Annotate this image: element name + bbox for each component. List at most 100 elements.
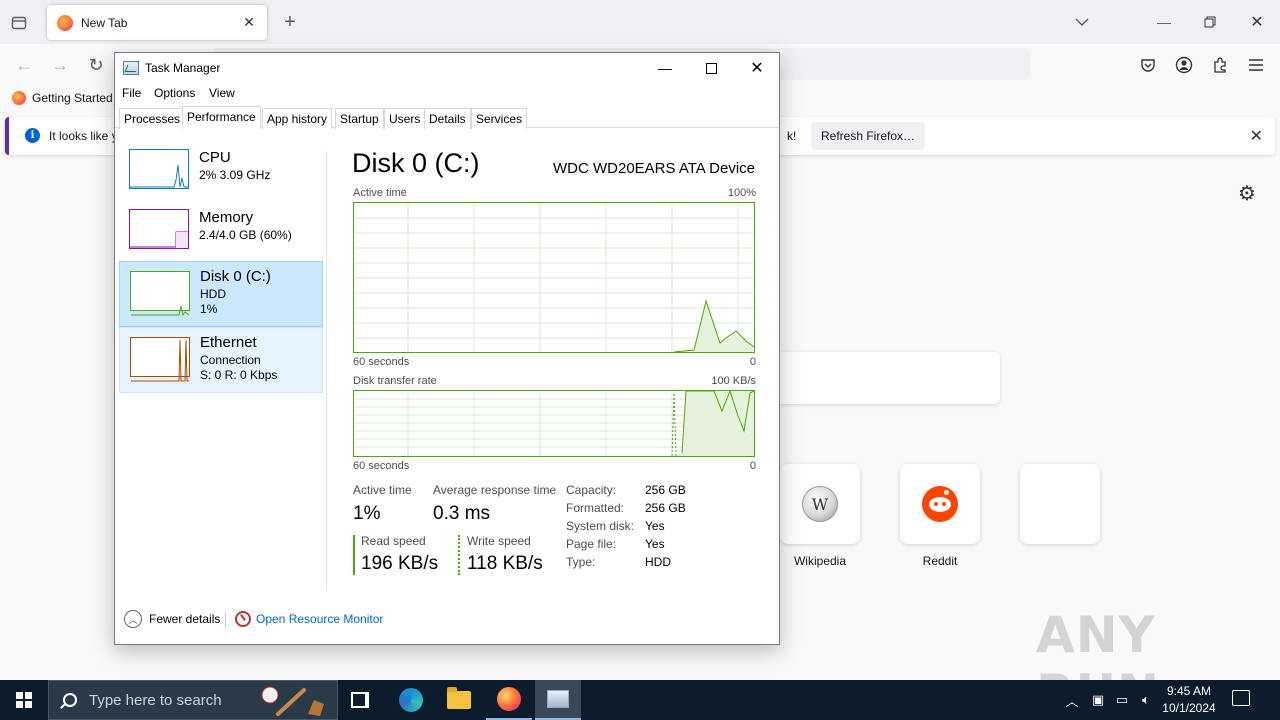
- firefox-favicon-icon: [57, 14, 73, 31]
- menu-bar: File Options View: [115, 83, 779, 105]
- folder-icon: [447, 687, 471, 709]
- tile-wikipedia[interactable]: W: [780, 464, 860, 544]
- menu-options[interactable]: Options: [154, 86, 195, 100]
- windows-logo-icon: [16, 692, 32, 708]
- task-view-icon: [351, 692, 369, 708]
- tab-users[interactable]: Users: [384, 108, 426, 129]
- sidebar-ethernet-speed: S: 0 R: 0 Kbps: [200, 368, 278, 382]
- taskbar-clock[interactable]: 9:45 AM 10/1/2024: [1150, 683, 1228, 717]
- transfer-rate-graph-xlabel: 60 seconds: [353, 460, 410, 472]
- newtab-search-card[interactable]: [760, 352, 1000, 404]
- notification-icon[interactable]: [1232, 690, 1250, 706]
- search-icon: [63, 693, 77, 707]
- start-button[interactable]: [0, 680, 48, 720]
- tm-maximize-icon[interactable]: [688, 53, 734, 83]
- reload-icon[interactable]: ↻: [86, 55, 106, 75]
- pocket-icon[interactable]: [1138, 55, 1158, 75]
- taskbar-edge[interactable]: [388, 680, 434, 720]
- menu-hamburger-icon[interactable]: [1246, 55, 1266, 75]
- minimize-icon[interactable]: —: [1150, 12, 1178, 32]
- tile-reddit[interactable]: [900, 464, 980, 544]
- task-manager-app-icon: [123, 61, 139, 75]
- chevron-up-icon[interactable]: ︿: [124, 610, 142, 628]
- new-tab-icon[interactable]: +: [280, 11, 300, 33]
- bookmark-getting-started[interactable]: Getting Started: [12, 91, 113, 105]
- account-icon[interactable]: [1174, 55, 1194, 75]
- sidebar-cpu-detail: 2% 3.09 GHz: [199, 168, 271, 182]
- sidebar-divider: [326, 151, 327, 591]
- firefox-favicon-icon: [12, 91, 26, 105]
- avg-response-label: Average response time: [433, 483, 557, 497]
- prop-system-disk-label: System disk:: [566, 519, 635, 533]
- disk-thumbnail-graph: [130, 271, 190, 317]
- tab-startup[interactable]: Startup: [335, 108, 384, 129]
- task-manager-icon: [547, 690, 569, 708]
- forward-arrow-icon[interactable]: →: [50, 55, 70, 75]
- tab-title: New Tab: [81, 15, 128, 30]
- device-name: WDC WD20EARS ATA Device: [553, 160, 755, 177]
- active-time-graph: [353, 202, 755, 353]
- tab-processes[interactable]: Processes: [119, 108, 186, 129]
- sidebar-item-disk[interactable]: Disk 0 (C:) HDD 1%: [119, 261, 323, 327]
- transfer-rate-graph-max: 100 KB/s: [711, 375, 756, 387]
- firefox-view-icon[interactable]: [8, 12, 30, 34]
- taskbar-file-explorer[interactable]: [436, 680, 482, 720]
- bookmark-label: Getting Started: [32, 91, 113, 105]
- extensions-icon[interactable]: [1210, 55, 1230, 75]
- sidebar-cpu-name: CPU: [199, 149, 231, 166]
- page-title: Disk 0 (C:): [352, 148, 480, 178]
- tm-minimize-icon[interactable]: —: [642, 53, 688, 83]
- show-hidden-icons-chevron-icon[interactable]: ︿: [1062, 680, 1082, 720]
- tile-empty[interactable]: [1020, 464, 1100, 544]
- write-speed-bar: [458, 535, 460, 575]
- cpu-thumbnail-graph: [129, 149, 189, 189]
- prop-capacity-value: 256 GB: [645, 483, 686, 497]
- tab-app-history[interactable]: App history: [262, 108, 333, 129]
- memory-thumbnail-graph: [129, 209, 189, 249]
- refresh-firefox-button[interactable]: Refresh Firefox…: [811, 122, 925, 150]
- tab-details[interactable]: Details: [424, 108, 471, 129]
- prop-formatted-label: Formatted:: [566, 501, 625, 515]
- list-tabs-chevron-icon[interactable]: [1072, 12, 1092, 32]
- tm-close-icon[interactable]: ✕: [734, 53, 780, 83]
- network-icon[interactable]: ▭: [1112, 680, 1132, 720]
- fewer-details-button[interactable]: Fewer details: [149, 612, 220, 626]
- close-tab-icon[interactable]: ✕: [241, 14, 257, 31]
- taskbar-firefox[interactable]: [486, 680, 532, 720]
- sidebar-ethernet-status: Connection: [200, 353, 261, 367]
- tab-performance[interactable]: Performance: [182, 106, 261, 129]
- sidebar-item-cpu[interactable]: CPU 2% 3.09 GHz: [119, 141, 323, 207]
- prop-system-disk-value: Yes: [645, 519, 665, 533]
- sidebar-disk-name: Disk 0 (C:): [200, 268, 271, 285]
- sidebar-item-memory[interactable]: Memory 2.4/4.0 GB (60%): [119, 201, 323, 267]
- sidebar-ethernet-name: Ethernet: [200, 334, 257, 351]
- settings-gear-icon[interactable]: ⚙: [1238, 181, 1256, 206]
- prop-type-label: Type:: [566, 555, 596, 569]
- browser-tab[interactable]: New Tab ✕: [47, 5, 267, 40]
- menu-file[interactable]: File: [122, 86, 141, 100]
- close-window-icon[interactable]: ✕: [1246, 12, 1268, 32]
- taskbar-task-manager[interactable]: [535, 680, 581, 720]
- back-arrow-icon[interactable]: ←: [14, 55, 34, 75]
- sidebar-disk-type: HDD: [200, 287, 226, 301]
- notice-message: It looks like y: [49, 129, 118, 143]
- active-time-graph-max: 100%: [727, 187, 756, 199]
- task-manager-titlebar[interactable]: Task Manager — ✕: [115, 53, 779, 83]
- open-resource-monitor-link[interactable]: Open Resource Monitor: [256, 612, 383, 626]
- tab-strip: Processes Performance App history Startu…: [115, 106, 779, 129]
- restore-icon[interactable]: [1198, 12, 1222, 32]
- sidebar-memory-detail: 2.4/4.0 GB (60%): [199, 228, 292, 242]
- sidebar-disk-usage: 1%: [200, 302, 218, 316]
- baseball-search-highlight-icon[interactable]: [258, 684, 334, 718]
- active-time-value: 1%: [353, 503, 381, 524]
- menu-view[interactable]: View: [209, 86, 235, 100]
- meet-now-icon[interactable]: ▣: [1088, 680, 1108, 720]
- write-speed-label: Write speed: [467, 534, 531, 548]
- tab-services[interactable]: Services: [471, 108, 528, 129]
- read-speed-value: 196 KB/s: [361, 553, 439, 574]
- read-speed-label: Read speed: [361, 534, 426, 548]
- sidebar-item-ethernet[interactable]: Ethernet Connection S: 0 R: 0 Kbps: [119, 327, 323, 393]
- wikipedia-icon: W: [802, 486, 838, 522]
- close-notice-icon[interactable]: ✕: [1250, 126, 1263, 146]
- task-view-button[interactable]: [337, 680, 383, 720]
